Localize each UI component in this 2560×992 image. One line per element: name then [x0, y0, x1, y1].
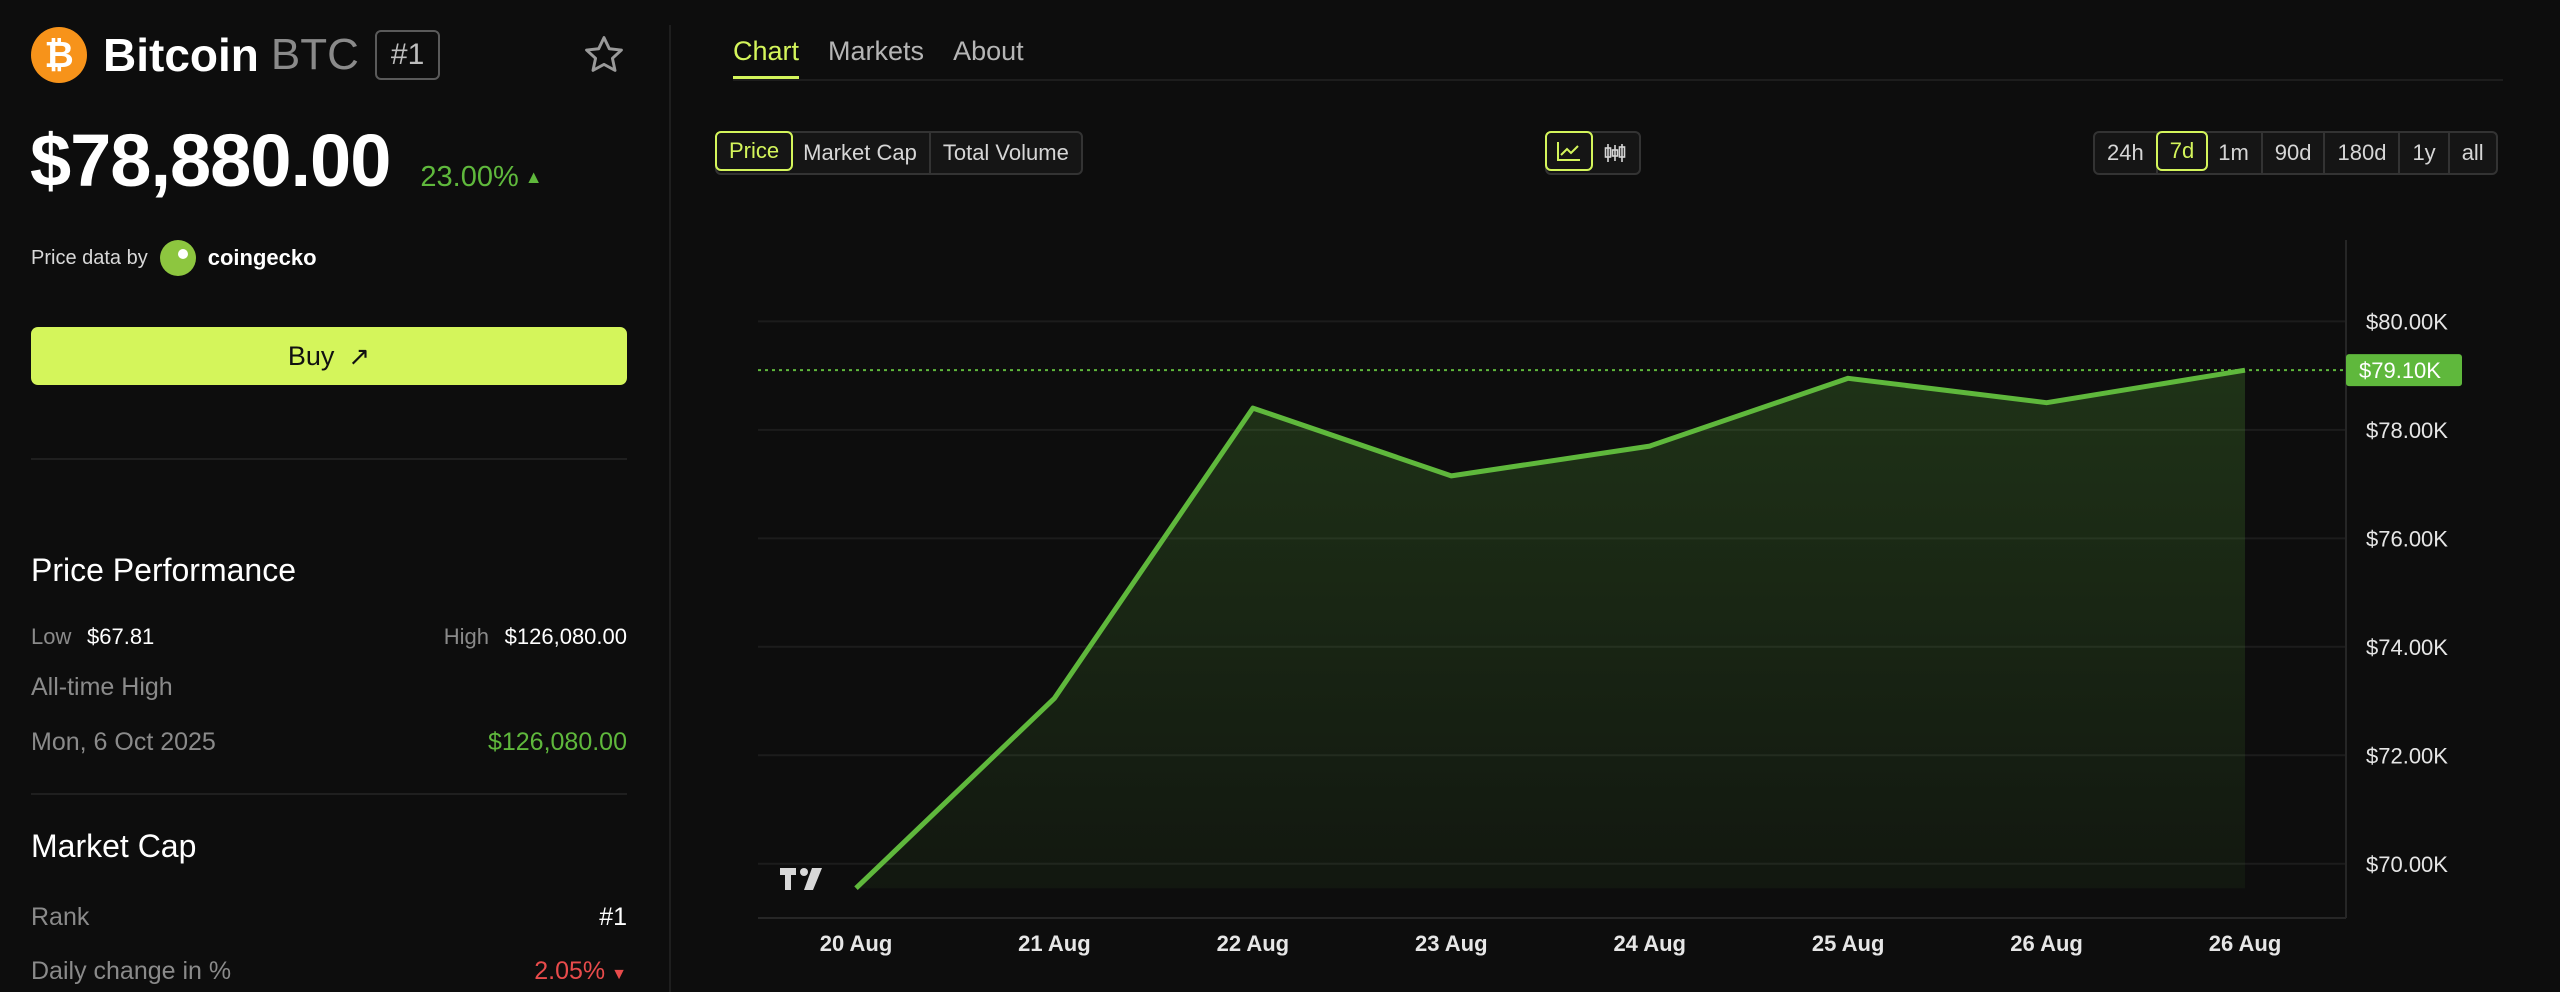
app-root: ₿ Bitcoin BTC #1 $78,880.00 23.00% ▲ Pric… — [0, 0, 2560, 992]
range-all-button[interactable]: all — [2450, 133, 2496, 173]
y-tick-label: $78.00K — [2366, 418, 2448, 443]
up-arrow-icon: ▲ — [524, 167, 543, 187]
low-high-row: Low $67.81 High $126,080.00 — [31, 624, 627, 654]
coin-name: Bitcoin — [103, 29, 259, 81]
x-tick-label: 23 Aug — [1415, 931, 1488, 956]
section-tabs: Chart Markets About — [733, 36, 1053, 82]
bitcoin-logo-icon: ₿ — [31, 27, 87, 83]
y-axis-ticks: $70.00K $72.00K $74.00K $76.00K $78.00K $80.0… — [2366, 309, 2448, 876]
candlestick-icon — [1604, 144, 1626, 162]
y-tick-label: $76.00K — [2366, 526, 2448, 551]
coin-info-panel: ₿ Bitcoin BTC #1 $78,880.00 23.00% ▲ Pric… — [0, 0, 670, 992]
daily-change-label: Daily change in % — [31, 957, 232, 985]
y-tick-label: $70.00K — [2366, 852, 2448, 877]
chart-type-selector — [1545, 131, 1641, 175]
coingecko-logo-icon — [159, 240, 196, 276]
metric-total-volume-button[interactable]: Total Volume — [931, 133, 1081, 173]
x-tick-label: 26 Aug — [2209, 931, 2282, 956]
tab-chart[interactable]: Chart — [733, 36, 800, 82]
y-tick-label: $80.00K — [2366, 309, 2448, 334]
low-label: Low — [31, 624, 72, 649]
range-180d-button[interactable]: 180d — [2325, 133, 2401, 173]
x-tick-label: 24 Aug — [1613, 931, 1686, 956]
rank-value: #1 — [599, 903, 627, 931]
low-value: $67.81 — [87, 624, 155, 649]
daily-change-value: 2.05% — [534, 957, 606, 985]
time-range-selector: 24h 7d 1m 90d 180d 1y all — [2093, 131, 2498, 175]
last-price-label: $79.10K — [2346, 354, 2462, 387]
tab-markets[interactable]: Markets — [828, 36, 924, 82]
provider-name[interactable]: coingecko — [208, 245, 317, 271]
ath-date-row: Mon, 6 Oct 2025 $126,080.00 — [31, 728, 627, 762]
rank-badge: #1 — [374, 30, 441, 80]
x-axis-ticks: 20 Aug 21 Aug 22 Aug 23 Aug 24 Aug 25 Aug 26 A… — [820, 931, 2282, 956]
buy-label: Buy — [287, 340, 335, 371]
y-tick-label: $74.00K — [2366, 635, 2448, 660]
buy-button[interactable]: Buy ↗ — [31, 327, 627, 385]
price-data-label: Price data by — [31, 246, 148, 269]
line-chart-button[interactable] — [1545, 131, 1593, 171]
coin-symbol: BTC — [270, 30, 359, 79]
current-price: $78,880.00 — [30, 119, 391, 202]
range-1m-button[interactable]: 1m — [2206, 133, 2263, 173]
price-change-value: 23.00% — [420, 161, 519, 193]
chart-grid — [758, 320, 2346, 865]
range-1y-button[interactable]: 1y — [2400, 133, 2450, 173]
range-7d-button[interactable]: 7d — [2155, 131, 2209, 171]
x-tick-label: 21 Aug — [1018, 931, 1091, 956]
down-arrow-icon: ▼ — [611, 966, 627, 983]
tab-about[interactable]: About — [953, 36, 1024, 82]
price-performance-title: Price Performance — [31, 552, 296, 588]
divider — [31, 458, 627, 460]
divider — [31, 793, 627, 795]
panel-divider — [669, 25, 671, 992]
high-value: $126,080.00 — [504, 624, 627, 649]
star-icon[interactable] — [582, 33, 626, 77]
range-24h-button[interactable]: 24h — [2095, 133, 2158, 173]
market-cap-rank-row: Rank #1 — [31, 903, 627, 937]
y-tick-label: $72.00K — [2366, 743, 2448, 768]
bitcoin-logo-glyph: ₿ — [44, 35, 74, 76]
ath-value: $126,080.00 — [487, 728, 627, 756]
range-90d-button[interactable]: 90d — [2263, 133, 2326, 173]
x-tick-label: 22 Aug — [1217, 931, 1290, 956]
price-data-attribution: Price data by coingecko — [31, 240, 317, 276]
ath-row: All-time High — [31, 673, 627, 707]
x-tick-label: 25 Aug — [1812, 931, 1885, 956]
last-price-label-text: $79.10K — [2359, 358, 2441, 383]
metric-selector: Price Market Cap Total Volume — [715, 131, 1083, 175]
coin-header: ₿ Bitcoin BTC #1 — [31, 26, 441, 84]
tradingview-logo-icon[interactable] — [780, 868, 822, 890]
metric-price-button[interactable]: Price — [715, 131, 794, 171]
market-cap-title: Market Cap — [31, 828, 197, 864]
price-change: 23.00% ▲ — [420, 161, 542, 194]
metric-market-cap-button[interactable]: Market Cap — [791, 133, 931, 173]
x-tick-label: 20 Aug — [820, 931, 893, 956]
price-row: $78,880.00 23.00% ▲ — [30, 118, 543, 203]
line-chart-icon — [1557, 142, 1580, 161]
ath-label: All-time High — [31, 673, 173, 701]
daily-change-value-wrap: 2.05% ▼ — [534, 957, 627, 986]
price-line — [854, 367, 2246, 891]
price-area-fill — [856, 370, 2245, 889]
high-label: High — [443, 624, 489, 649]
last-price-label-bg — [2346, 354, 2462, 387]
x-tick-label: 26 Aug — [2010, 931, 2083, 956]
candlestick-button[interactable] — [1591, 133, 1639, 173]
ath-date: Mon, 6 Oct 2025 — [31, 728, 216, 756]
tabs-underline — [733, 79, 2503, 81]
daily-change-row: Daily change in % 2.05% ▼ — [31, 957, 627, 991]
rank-label: Rank — [31, 903, 90, 931]
external-arrow-icon: ↗ — [348, 340, 371, 371]
